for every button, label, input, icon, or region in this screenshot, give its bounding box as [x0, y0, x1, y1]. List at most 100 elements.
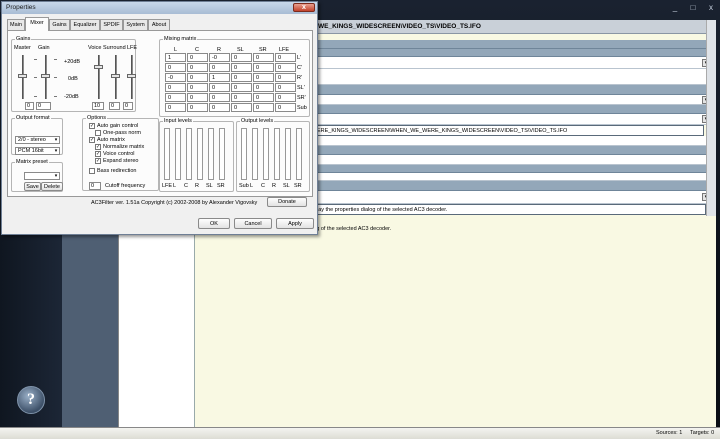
ok-button[interactable]: OK: [198, 218, 230, 229]
option-checkbox[interactable]: ✓: [95, 151, 101, 157]
level-meter: [274, 128, 280, 180]
meter-label: SR: [217, 183, 225, 189]
level-meter: [285, 128, 291, 180]
channels-value: 2/0 - stereo: [18, 137, 46, 143]
matrix-cell[interactable]: 0: [165, 83, 186, 92]
matrix-cell[interactable]: 0: [231, 83, 252, 92]
matrix-cell[interactable]: -0: [165, 73, 186, 82]
matrix-cell[interactable]: 0: [231, 53, 252, 62]
matrix-cell[interactable]: 0: [209, 103, 230, 112]
matrix-cell[interactable]: 0: [165, 63, 186, 72]
level-meter: [164, 128, 170, 180]
matrix-row-label: SR': [297, 95, 306, 101]
close-button[interactable]: x: [293, 3, 315, 12]
sample-format-select[interactable]: PCM 16bit ▾: [15, 147, 60, 155]
gain-value-field[interactable]: 0: [36, 102, 51, 110]
level-meter: [219, 128, 225, 180]
matrix-cell[interactable]: 1: [165, 53, 186, 62]
matrix-cell[interactable]: 0: [231, 93, 252, 102]
matrix-cell[interactable]: 0: [275, 63, 296, 72]
matrix-cell[interactable]: 0: [187, 73, 208, 82]
matrix-cell[interactable]: 0: [231, 63, 252, 72]
option-checkbox[interactable]: ✓: [95, 144, 101, 150]
apply-button[interactable]: Apply: [276, 218, 314, 229]
matrix-cell[interactable]: 0: [187, 63, 208, 72]
delete-preset-button[interactable]: Delete: [41, 182, 63, 191]
option-checkbox[interactable]: ✓: [89, 137, 95, 143]
master-value-field[interactable]: 0: [25, 102, 34, 110]
matrix-cell[interactable]: 1: [209, 73, 230, 82]
matrix-cell[interactable]: 0: [187, 83, 208, 92]
matrix-cell[interactable]: 0: [187, 93, 208, 102]
matrix-cell[interactable]: 0: [275, 103, 296, 112]
matrix-cell[interactable]: 0: [253, 73, 274, 82]
matrix-cell[interactable]: 0: [209, 63, 230, 72]
option-checkbox[interactable]: ✓: [89, 123, 95, 129]
app-close-button[interactable]: x: [704, 3, 718, 12]
cutoff-frequency-label: Cutoff frequency: [105, 183, 146, 189]
matrix-cell[interactable]: 0: [253, 83, 274, 92]
tab-about[interactable]: About: [148, 19, 170, 30]
meter-label: SL: [206, 183, 213, 189]
matrix-cell[interactable]: 0: [253, 103, 274, 112]
dialog-titlebar[interactable]: Properties: [2, 2, 317, 14]
level-meter: [241, 128, 247, 180]
option-label: Auto gain control: [97, 123, 139, 129]
matrix-cell[interactable]: 0: [275, 53, 296, 62]
matrix-cell[interactable]: 0: [253, 63, 274, 72]
tab-spdif[interactable]: SPDIF: [100, 19, 123, 30]
matrix-cell[interactable]: 0: [187, 53, 208, 62]
meter-label: L: [250, 183, 254, 189]
matrix-cell[interactable]: 0: [231, 73, 252, 82]
option-label: Normalize matrix: [103, 144, 145, 150]
matrix-cell[interactable]: 0: [165, 103, 186, 112]
group-label: Matrix preset: [15, 159, 49, 165]
option-checkbox[interactable]: ✓: [95, 158, 101, 164]
maximize-button[interactable]: □: [686, 3, 700, 12]
matrix-cell[interactable]: 0: [275, 73, 296, 82]
matrix-cell[interactable]: 0: [253, 53, 274, 62]
help-icon[interactable]: ?: [17, 386, 45, 414]
tab-mixer[interactable]: Mixer: [25, 17, 49, 31]
level-meter: [197, 128, 203, 180]
option-checkbox[interactable]: [95, 130, 101, 136]
level-meter: [263, 128, 269, 180]
channels-select[interactable]: 2/0 - stereo ▾: [15, 136, 60, 144]
vertical-scrollbar[interactable]: [706, 20, 716, 216]
minimize-button[interactable]: _: [668, 3, 682, 12]
matrix-row-label: Sub: [297, 105, 307, 111]
option-checkbox[interactable]: [89, 168, 95, 174]
matrix-row-label: L': [297, 55, 302, 61]
status-bar: Sources: 1 Targets: 0: [0, 427, 720, 439]
matrix-cell[interactable]: 0: [253, 93, 274, 102]
matrix-preset-select[interactable]: ▾: [24, 172, 60, 180]
chevron-down-icon: ▾: [54, 173, 58, 179]
matrix-cell[interactable]: 0: [165, 93, 186, 102]
matrix-cell[interactable]: 0: [275, 93, 296, 102]
cancel-button[interactable]: Cancel: [234, 218, 272, 229]
matrix-preset-group: Matrix preset ▾ Save Delete: [11, 159, 63, 192]
tab-gains[interactable]: Gains: [49, 19, 70, 30]
matrix-cell[interactable]: 0: [187, 103, 208, 112]
copyright-text: AC3Filter ver. 1.51a Copyright (c) 2002-…: [91, 200, 258, 206]
matrix-cell[interactable]: 0: [231, 103, 252, 112]
surround-label: Surround: [103, 45, 126, 51]
group-label: Options: [86, 115, 107, 121]
voice-value-field[interactable]: 10: [92, 102, 104, 110]
surround-value-field[interactable]: 0: [109, 102, 120, 110]
tab-equalizer[interactable]: Equalizer: [70, 19, 100, 30]
save-preset-button[interactable]: Save: [24, 182, 41, 191]
option-label: Auto matrix: [97, 137, 125, 143]
group-label: Input levels: [163, 118, 193, 124]
lfe-value-field[interactable]: 0: [123, 102, 133, 110]
tab-system[interactable]: System: [123, 19, 148, 30]
matrix-cell[interactable]: 0: [209, 93, 230, 102]
matrix-cell[interactable]: -0: [209, 53, 230, 62]
voice-label: Voice: [88, 45, 102, 51]
cutoff-frequency-field[interactable]: 0: [89, 182, 101, 190]
matrix-cell[interactable]: 0: [275, 83, 296, 92]
tab-main[interactable]: Main: [7, 19, 25, 30]
donate-button[interactable]: Donate: [267, 197, 307, 207]
scale-0db: 0dB: [68, 76, 78, 82]
matrix-cell[interactable]: 0: [209, 83, 230, 92]
